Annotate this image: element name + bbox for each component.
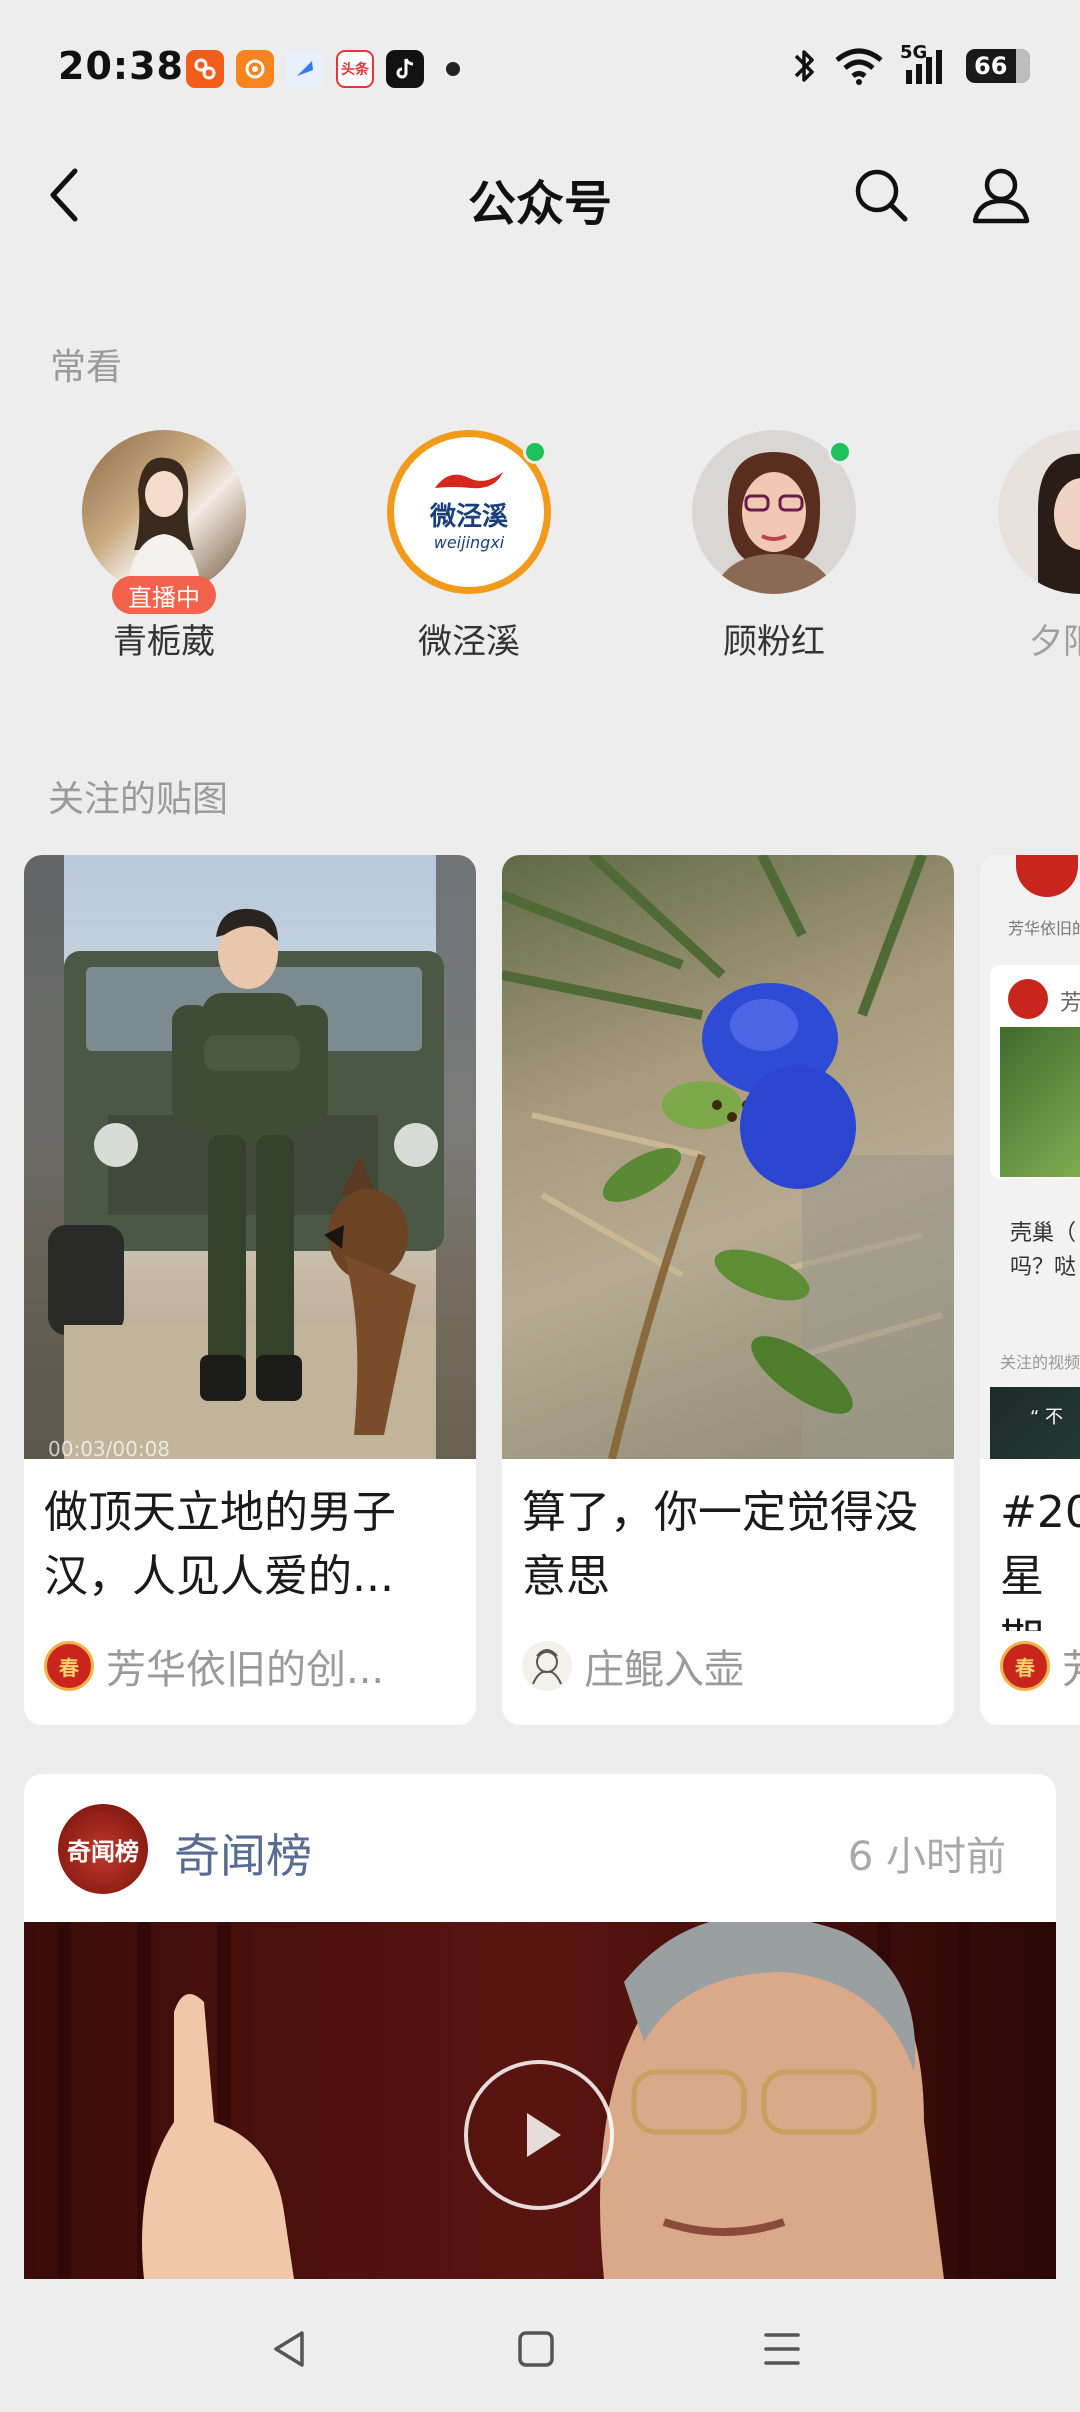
logo-text: 微泾溪 [429, 502, 508, 532]
status-bar: 20:38 头条 5G 66 [0, 0, 1080, 140]
menu-icon [764, 2333, 800, 2365]
avatar [998, 430, 1080, 594]
thumbnail-section-label: 关注的视频 [1000, 1353, 1080, 1372]
author-name: 庄鲲入壶 [584, 1647, 744, 1693]
post-card[interactable]: 算了，你一定觉得没意思 庄鲲入壶 [502, 855, 954, 1725]
system-navigation-bar [0, 2279, 1080, 2412]
kuaishou-icon [236, 50, 274, 88]
post-card[interactable]: 00:03/00:08 做顶天立地的男子汉，人见人爱的... 春 芳华依旧的创.… [24, 855, 476, 1725]
post-author: 春 芳 [980, 1637, 1080, 1695]
thumbnail-author-name: 芳华依旧的 [1008, 919, 1080, 938]
browser-icon [286, 50, 324, 88]
section-label-frequent: 常看 [50, 347, 123, 388]
feed-article-card[interactable]: 奇闻榜 奇闻榜 6 小时前 [24, 1774, 1056, 2279]
frequent-account-item[interactable]: 微泾溪 weijingxi 微泾溪 [359, 430, 579, 663]
account-avatar[interactable]: 奇闻榜 [58, 1804, 148, 1894]
battery-indicator: 66 [966, 49, 1030, 83]
author-name: 芳华依旧的创... [106, 1647, 385, 1693]
thumbnail-inner-card: 芳华 [990, 965, 1080, 1179]
post-card[interactable]: 芳华依旧的 芳华 壳巢（ 吗？哒 关注的视频 “ 不 #20 星期 春 芳 [980, 855, 1080, 1725]
page-title: 公众号 [467, 176, 612, 232]
post-title: #20 星期 [1000, 1487, 1080, 1631]
status-time: 20:38 [58, 44, 184, 88]
live-badge: 直播中 [112, 576, 216, 614]
dragon-logo-icon [435, 472, 503, 489]
account-name: 微泾溪 [418, 622, 520, 662]
avatar-container: 微泾溪 weijingxi [387, 430, 551, 594]
avatar [82, 430, 246, 594]
post-title: 做顶天立地的男子汉，人见人爱的... [44, 1487, 396, 1602]
more-notifications-icon [446, 62, 460, 76]
system-status-icons: 5G 66 [792, 42, 1030, 86]
top-navigation-bar: 公众号 [0, 140, 1080, 250]
post-author: 春 芳华依旧的创... [24, 1637, 476, 1695]
frequent-accounts-row: 直播中 青栀葳 微泾溪 weijingxi 微泾溪 顾粉红 夕 [0, 430, 1080, 690]
thumbnail-inner-image [1000, 1027, 1080, 1177]
author-avatar-icon [522, 1641, 572, 1691]
thumbnail-inner-author: 芳华 [1060, 991, 1080, 1016]
system-menu-button[interactable] [752, 2319, 812, 2379]
avatar-container: 直播中 [82, 430, 246, 614]
avatar-container [692, 430, 856, 594]
thumbnail-quote-text: “ 不 [1030, 1407, 1064, 1428]
home-square-icon [518, 2331, 554, 2367]
search-icon [855, 169, 908, 222]
feed-article-header: 奇闻榜 奇闻榜 6 小时前 [24, 1774, 1056, 1922]
back-triangle-icon [274, 2331, 304, 2367]
pinduoduo-icon [186, 50, 224, 88]
author-name: 芳 [1062, 1637, 1080, 1695]
followed-posts-row: 00:03/00:08 做顶天立地的男子汉，人见人爱的... 春 芳华依旧的创.… [0, 855, 1080, 1725]
toutiao-icon: 头条 [336, 50, 374, 88]
post-title: 算了，你一定觉得没意思 [522, 1487, 918, 1602]
thumbnail-text: 壳巢（ 吗？哒 [1010, 1221, 1077, 1280]
search-button[interactable] [846, 160, 916, 230]
author-avatar-icon: 春 [44, 1641, 94, 1691]
profile-button[interactable] [966, 160, 1036, 230]
avatar-container [998, 430, 1080, 594]
tiktok-icon [386, 50, 424, 88]
system-home-button[interactable] [506, 2319, 566, 2379]
online-indicator [523, 440, 547, 464]
account-name-link[interactable]: 奇闻榜 [174, 1820, 312, 1886]
thumbnail-avatar-icon [1016, 855, 1078, 897]
section-label-followed-posts: 关注的贴图 [48, 779, 229, 820]
wifi-icon [835, 48, 883, 85]
network-type: 5G [900, 42, 928, 63]
post-author: 庄鲲入壶 [502, 1637, 954, 1695]
notification-icons: 头条 [186, 50, 460, 88]
logo-subtext: weijingxi [433, 533, 505, 552]
frequent-account-item[interactable]: 直播中 青栀葳 [54, 430, 274, 663]
post-timestamp: 6 小时前 [847, 1834, 1006, 1880]
online-indicator [828, 440, 852, 464]
system-back-button[interactable] [260, 2319, 320, 2379]
author-avatar-icon: 春 [1000, 1641, 1050, 1691]
account-name: 顾粉红 [723, 622, 825, 662]
video-thumbnail[interactable] [24, 1922, 1056, 2279]
frequent-account-item[interactable]: 顾粉红 [664, 430, 884, 663]
video-progress-time: 00:03/00:08 [48, 1437, 171, 1459]
post-thumbnail [502, 855, 954, 1459]
play-button[interactable] [464, 2060, 614, 2210]
profile-icon [972, 168, 1030, 224]
account-name: 夕阳笑 [1029, 622, 1080, 662]
battery-level: 66 [974, 52, 1008, 80]
account-name: 青栀葳 [113, 622, 215, 662]
cellular-signal-icon: 5G [900, 42, 950, 86]
bluetooth-icon [794, 50, 814, 82]
post-thumbnail: 00:03/00:08 [24, 855, 476, 1459]
post-thumbnail: 芳华依旧的 芳华 壳巢（ 吗？哒 关注的视频 “ 不 [980, 855, 1080, 1459]
thumbnail-inner-avatar-icon [1008, 979, 1048, 1019]
frequent-account-item[interactable]: 夕阳笑 [970, 430, 1080, 663]
play-icon [527, 2113, 561, 2157]
